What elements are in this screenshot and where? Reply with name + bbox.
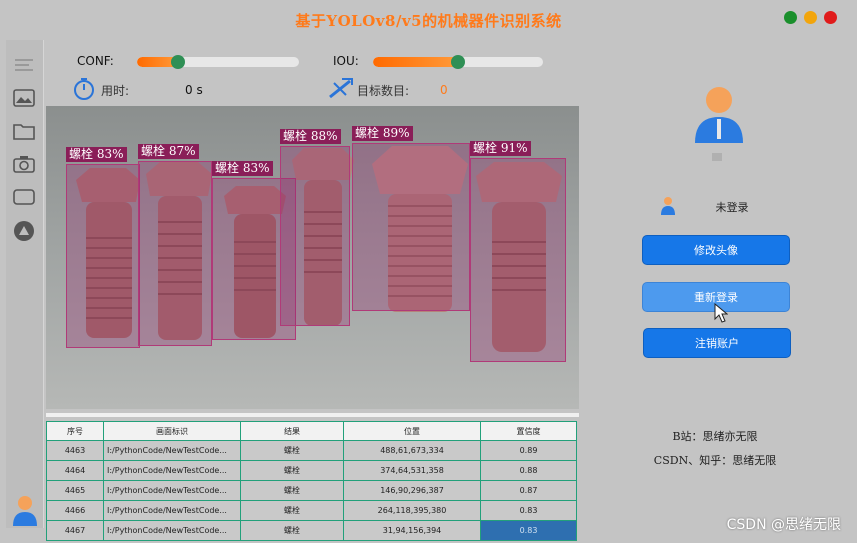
detection-box [280,146,350,326]
table-header-row: 序号 画面标识 结果 位置 置信度 [46,421,577,441]
minimize-button[interactable] [804,11,817,24]
cell-source: I:/PythonCode/NewTestCode... [103,520,241,541]
cell-index: 4466 [46,500,104,521]
logout-button[interactable]: 注销账户 [643,328,791,358]
cell-confidence: 0.88 [480,460,577,481]
close-button[interactable] [824,11,837,24]
cell-position: 146,90,296,387 [343,480,481,501]
folder-icon[interactable] [12,120,36,142]
detection-box [138,161,212,346]
cell-confidence: 0.89 [480,440,577,461]
col-header-result[interactable]: 结果 [240,421,344,441]
detection-label: 螺栓 83% [212,161,273,176]
cell-result: 螺栓 [240,460,344,481]
table-row-selected[interactable]: 4467 I:/PythonCode/NewTestCode... 螺栓 31,… [46,520,577,541]
cell-confidence-selected: 0.83 [480,520,577,541]
sidebar [6,40,44,528]
detection-box [66,164,140,348]
cell-source: I:/PythonCode/NewTestCode... [103,500,241,521]
maximize-button[interactable] [784,11,797,24]
detection-box [470,158,566,362]
iou-slider-fill [373,57,458,67]
cell-position: 264,118,395,380 [343,500,481,521]
change-avatar-button[interactable]: 修改头像 [642,235,790,265]
cell-index: 4464 [46,460,104,481]
target-count-icon [328,77,354,105]
menu-icon[interactable] [12,54,36,76]
progress-separator [46,413,579,417]
col-header-confidence[interactable]: 置信度 [480,421,577,441]
cell-source: I:/PythonCode/NewTestCode... [103,480,241,501]
time-label: 用时: [101,84,130,98]
table-row[interactable]: 4463 I:/PythonCode/NewTestCode... 螺栓 488… [46,440,577,461]
screen-icon[interactable] [12,186,36,208]
cell-result: 螺栓 [240,500,344,521]
timer-icon [73,78,95,104]
csdn-info: CSDN、知乎：思绪无限 [653,454,777,467]
conf-slider-handle[interactable] [170,55,185,69]
cell-confidence: 0.87 [480,480,577,501]
conf-label: CONF: [77,54,114,68]
cell-confidence: 0.83 [480,500,577,521]
detection-label: 螺栓 87% [138,144,199,159]
cell-source: I:/PythonCode/NewTestCode... [103,460,241,481]
camera-icon[interactable] [12,153,36,175]
conf-slider[interactable] [137,57,299,67]
detection-box [352,143,470,311]
detection-label: 螺栓 83% [66,147,127,162]
avatar-status-indicator [712,153,722,161]
time-value: 0 s [185,83,203,97]
detection-label: 螺栓 88% [280,129,341,144]
user-avatar-icon[interactable] [11,495,39,531]
detection-label: 螺栓 91% [470,141,531,156]
detection-label: 螺栓 89% [352,126,413,141]
user-small-icon [660,196,676,220]
table-row[interactable]: 4464 I:/PythonCode/NewTestCode... 螺栓 374… [46,460,577,481]
cell-index: 4463 [46,440,104,461]
image-icon[interactable] [12,87,36,109]
target-count-label: 目标数目: [357,84,410,98]
window-title: 基于YOLOv8/v5的机械器件识别系统 [295,12,562,30]
table-row[interactable]: 4465 I:/PythonCode/NewTestCode... 螺栓 146… [46,480,577,501]
col-header-source[interactable]: 画面标识 [103,421,241,441]
table-row[interactable]: 4466 I:/PythonCode/NewTestCode... 螺栓 264… [46,500,577,521]
bilibili-info: B站：思绪亦无限 [672,430,758,443]
col-header-index[interactable]: 序号 [46,421,104,441]
login-status: 未登录 [715,201,749,214]
cell-index: 4467 [46,520,104,541]
mouse-cursor-icon [714,302,729,327]
detection-image: 螺栓 83% 螺栓 87% 螺栓 83% 螺栓 88% 螺栓 89% 螺栓 91… [46,106,579,409]
iou-slider-handle[interactable] [451,55,465,69]
cell-result: 螺栓 [240,480,344,501]
cell-index: 4465 [46,480,104,501]
cell-source: I:/PythonCode/NewTestCode... [103,440,241,461]
col-header-position[interactable]: 位置 [343,421,481,441]
cell-position: 488,61,673,334 [343,440,481,461]
cell-result: 螺栓 [240,440,344,461]
cell-position: 374,64,531,358 [343,460,481,481]
model-icon[interactable] [12,220,36,242]
cell-position: 31,94,156,394 [343,520,481,541]
iou-label: IOU: [333,54,359,68]
profile-avatar-icon[interactable] [693,85,745,149]
results-table[interactable]: 序号 画面标识 结果 位置 置信度 4463 I:/PythonCode/New… [46,421,577,541]
watermark: CSDN @思绪无限 [726,517,841,533]
cell-result: 螺栓 [240,520,344,541]
target-count-value: 0 [440,83,448,97]
